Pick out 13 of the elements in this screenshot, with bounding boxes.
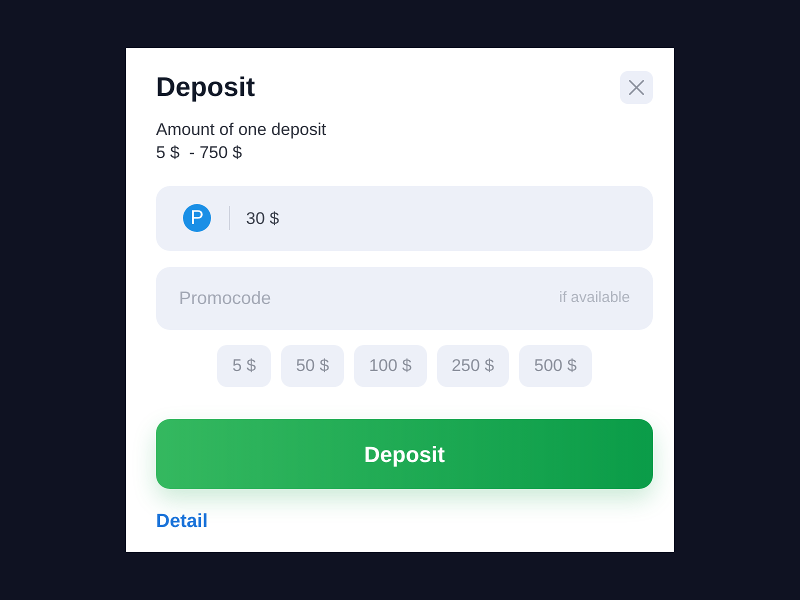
amount-preset-button[interactable]: 250 $ [436,345,510,387]
dialog-title: Deposit [156,71,256,104]
detail-link[interactable]: Detail [156,511,208,533]
promocode-hint: if available [559,289,630,307]
amount-preset-button[interactable]: 500 $ [519,345,592,387]
amount-preset-button[interactable]: 5 $ [217,345,271,387]
amount-preset-button[interactable]: 100 $ [354,345,427,387]
amount-preset-button[interactable]: 50 $ [280,345,344,387]
close-icon [629,80,644,95]
limits-range: 5 $ - 750 $ [156,142,242,164]
deposit-button[interactable]: Deposit [156,419,653,489]
close-button[interactable] [620,71,653,104]
limits-label: Amount of one deposit [156,119,326,141]
